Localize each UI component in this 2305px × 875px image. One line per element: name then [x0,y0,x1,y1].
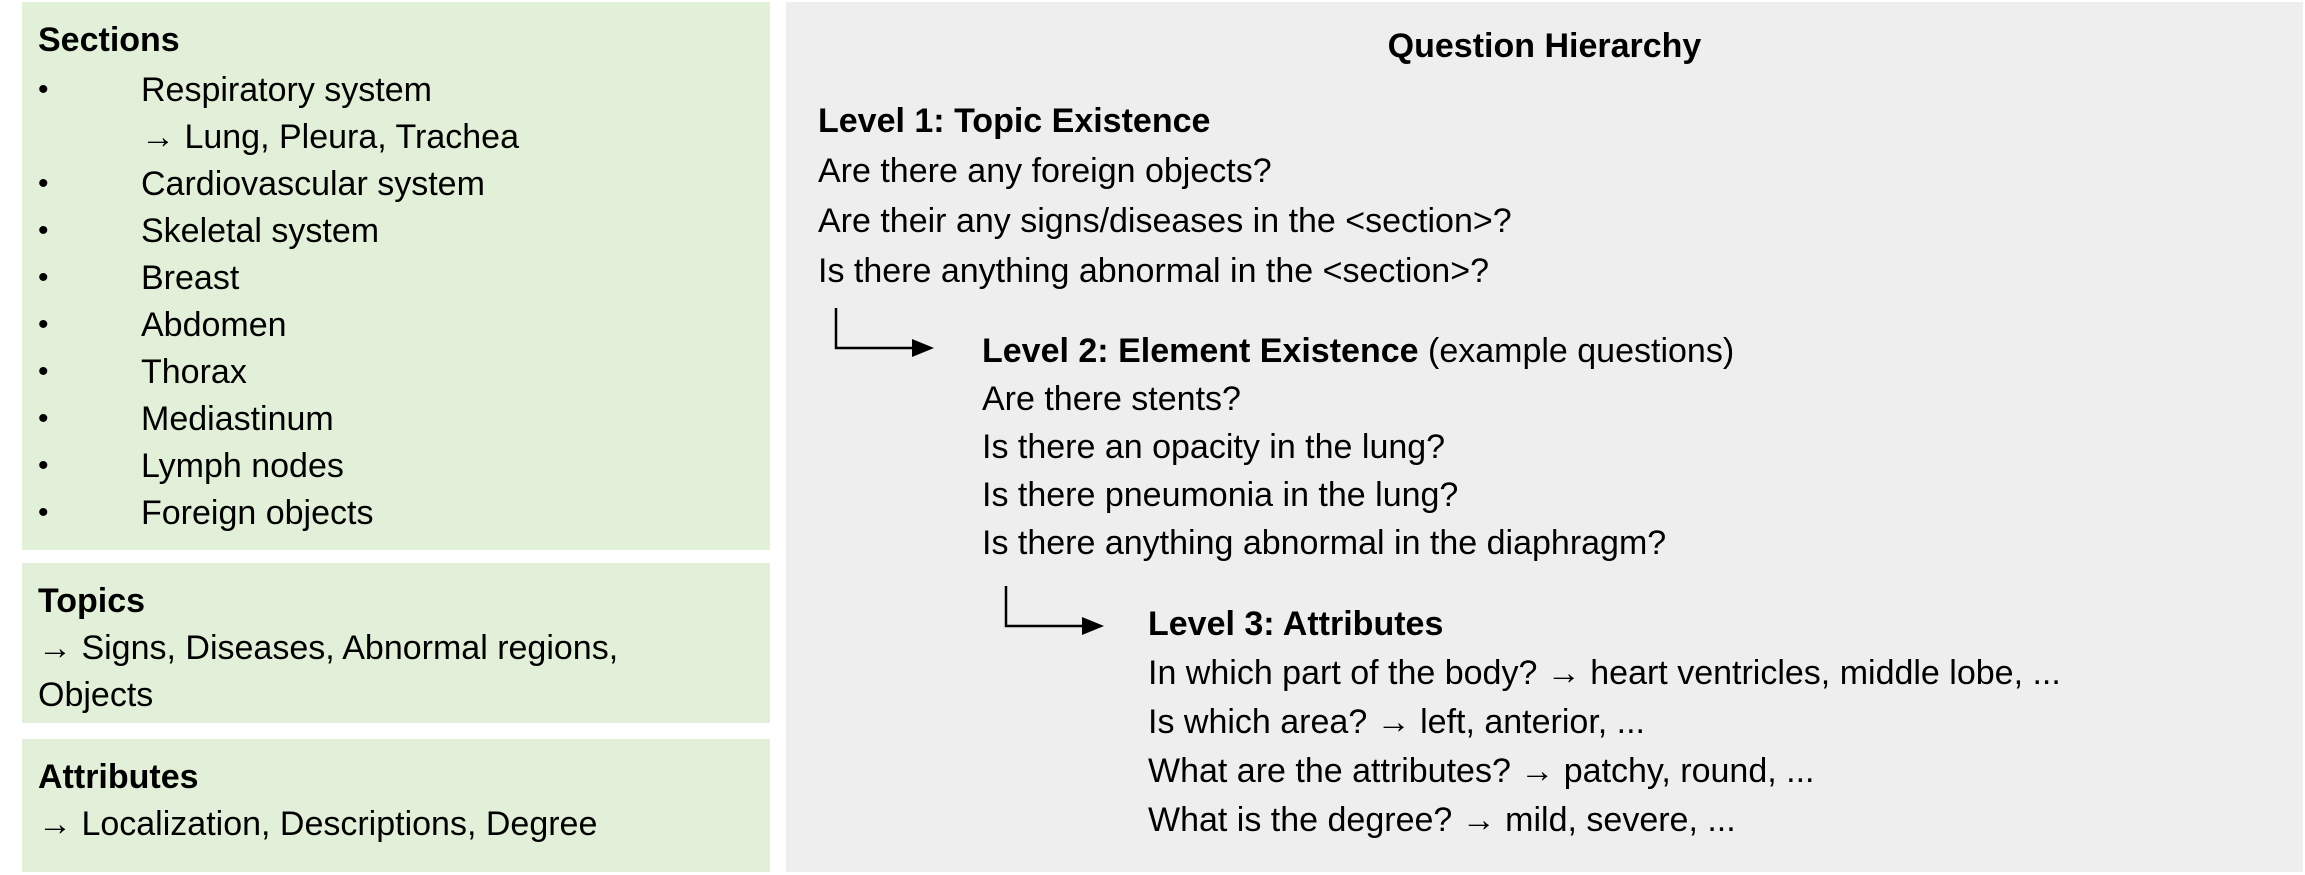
section-subitem: → Lung, Pleura, Trachea [141,118,520,156]
level3-question: In which part of the body? → heart ventr… [1148,654,2061,692]
arrow-to-level3-icon [1004,586,1104,635]
attributes-title: Attributes [38,758,199,796]
topics-text: → Signs, Diseases, Abnormal regions, [38,629,619,667]
sections-panel: Sections • Respiratory system → Lung, Pl… [22,2,770,550]
level1-question: Are there any foreign objects? [818,152,1272,190]
sections-title: Sections [38,21,180,59]
question-hierarchy-panel: Question Hierarchy Level 1: Topic Existe… [786,2,2303,872]
section-item: Lymph nodes [141,447,344,485]
topics-title: Topics [38,582,146,620]
bullet: • [38,261,49,294]
level3-question: What are the attributes? → patchy, round… [1148,752,1815,790]
level1-question: Are their any signs/diseases in the <sec… [818,202,1512,240]
section-item: Abdomen [141,306,287,344]
bullet: • [38,167,49,200]
topics-text: Objects [38,676,154,714]
bullet: • [38,73,49,106]
level2-heading-line: Level 2: Element Existence (example ques… [982,331,1734,371]
bullet: • [38,355,49,388]
bullet: • [38,308,49,341]
hierarchy-title: Question Hierarchy [1387,27,1702,65]
section-item: Mediastinum [141,400,334,438]
bullet: • [38,402,49,435]
section-item: Foreign objects [141,494,374,532]
level1-question: Is there anything abnormal in the <secti… [818,252,1489,290]
section-item: Thorax [141,353,247,391]
level3-question: What is the degree? → mild, severe, ... [1148,801,1736,839]
level2-question: Are there stents? [982,380,1241,418]
section-item: Breast [141,259,240,297]
level2-note: (example questions) [1418,332,1735,370]
arrow-to-level2-icon [834,308,934,357]
level2-question: Is there pneumonia in the lung? [982,476,1459,514]
level3-heading: Level 3: Attributes [1148,605,1444,643]
section-item: Skeletal system [141,212,380,250]
section-item: Cardiovascular system [141,165,485,203]
attributes-panel: Attributes → Localization, Descriptions,… [22,739,770,872]
level3-question: Is which area? → left, anterior, ... [1148,703,1646,741]
topics-panel: Topics → Signs, Diseases, Abnormal regio… [22,563,770,723]
level2-question: Is there anything abnormal in the diaphr… [982,524,1667,562]
level2-heading: Level 2: Element Existence [982,332,1419,370]
bullet: • [38,496,49,529]
level2-question: Is there an opacity in the lung? [982,428,1446,466]
bullet: • [38,214,49,247]
level1-heading: Level 1: Topic Existence [818,102,1211,140]
attributes-text: → Localization, Descriptions, Degree [38,805,598,843]
section-item: Respiratory system [141,71,432,109]
bullet: • [38,449,49,482]
